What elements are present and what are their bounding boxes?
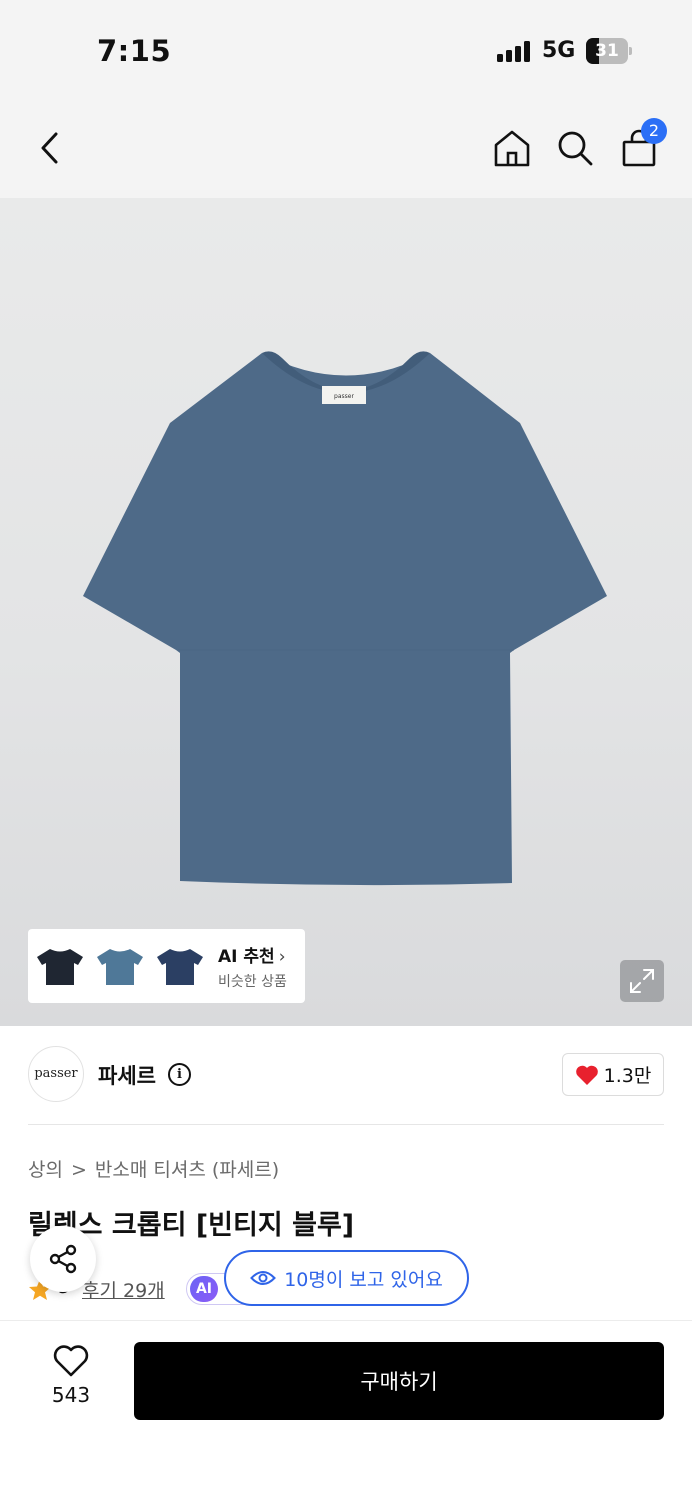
status-bar: 7:15 5G 31 — [0, 0, 692, 100]
search-button[interactable] — [551, 124, 599, 172]
ai-recommend-text: AI 추천 › 비슷한 상품 — [218, 942, 287, 991]
cart-button[interactable]: 2 — [615, 118, 667, 172]
viewers-text: 10명이 보고 있어요 — [284, 1268, 443, 1291]
recommend-thumbnail[interactable] — [152, 933, 208, 999]
share-icon — [49, 1244, 77, 1274]
recommend-thumbnail[interactable] — [92, 933, 148, 999]
battery-icon: 31 — [586, 38, 632, 64]
breadcrumb-item[interactable]: 반소매 티셔츠 (파세르) — [95, 1159, 279, 1181]
breadcrumb: 상의 > 반소매 티셔츠 (파세르) — [28, 1155, 279, 1182]
top-nav: 2 — [0, 100, 692, 198]
cellular-signal-icon — [497, 40, 533, 62]
brand-like-button[interactable]: 1.3만 — [562, 1053, 664, 1096]
home-icon — [494, 130, 530, 167]
heart-filled-icon — [575, 1065, 598, 1085]
status-time: 7:15 — [97, 34, 172, 68]
back-icon — [41, 132, 58, 164]
ai-recommend-card[interactable]: AI 추천 › 비슷한 상품 — [28, 929, 305, 1003]
product-image[interactable]: passer AI 추천 › 비슷한 상품 — [0, 198, 692, 1026]
reviews-link[interactable]: 후기 29개 — [82, 1276, 165, 1303]
breadcrumb-item[interactable]: 상의 — [28, 1159, 63, 1181]
expand-icon — [630, 969, 654, 993]
network-type: 5G — [542, 38, 576, 63]
share-button[interactable] — [30, 1226, 96, 1292]
cart-count-badge: 2 — [641, 118, 667, 144]
ai-recommend-subtitle: 비슷한 상품 — [218, 973, 287, 990]
viewers-count-pill: 10명이 보고 있어요 — [224, 1250, 469, 1306]
brand-row: passer 파세르 i 1.3만 — [28, 1046, 664, 1106]
expand-image-button[interactable] — [620, 960, 664, 1002]
search-icon — [558, 131, 593, 166]
ai-recommend-title: AI 추천 — [218, 946, 275, 967]
info-icon[interactable]: i — [168, 1063, 191, 1086]
heart-outline-icon — [53, 1345, 89, 1377]
brand-like-count: 1.3만 — [603, 1065, 652, 1087]
breadcrumb-separator: > — [70, 1159, 87, 1181]
ai-badge: AI — [190, 1276, 218, 1302]
home-button[interactable] — [488, 124, 536, 172]
recommend-thumbnail[interactable] — [32, 933, 88, 999]
garment-label: passer — [334, 393, 354, 400]
battery-level: 31 — [595, 41, 619, 61]
buy-button[interactable]: 구매하기 — [134, 1342, 664, 1420]
brand-name[interactable]: 파세르 — [98, 1060, 156, 1090]
tshirt-image: passer — [83, 351, 607, 886]
wishlist-button[interactable]: 543 — [38, 1345, 104, 1425]
divider — [28, 1124, 664, 1125]
brand-logo[interactable]: passer — [28, 1046, 84, 1102]
chevron-right-icon: › — [278, 946, 286, 967]
eye-icon — [250, 1271, 277, 1285]
wishlist-count: 543 — [51, 1383, 91, 1407]
bottom-action-bar: 543 구매하기 — [0, 1320, 692, 1500]
back-button[interactable] — [26, 124, 74, 172]
